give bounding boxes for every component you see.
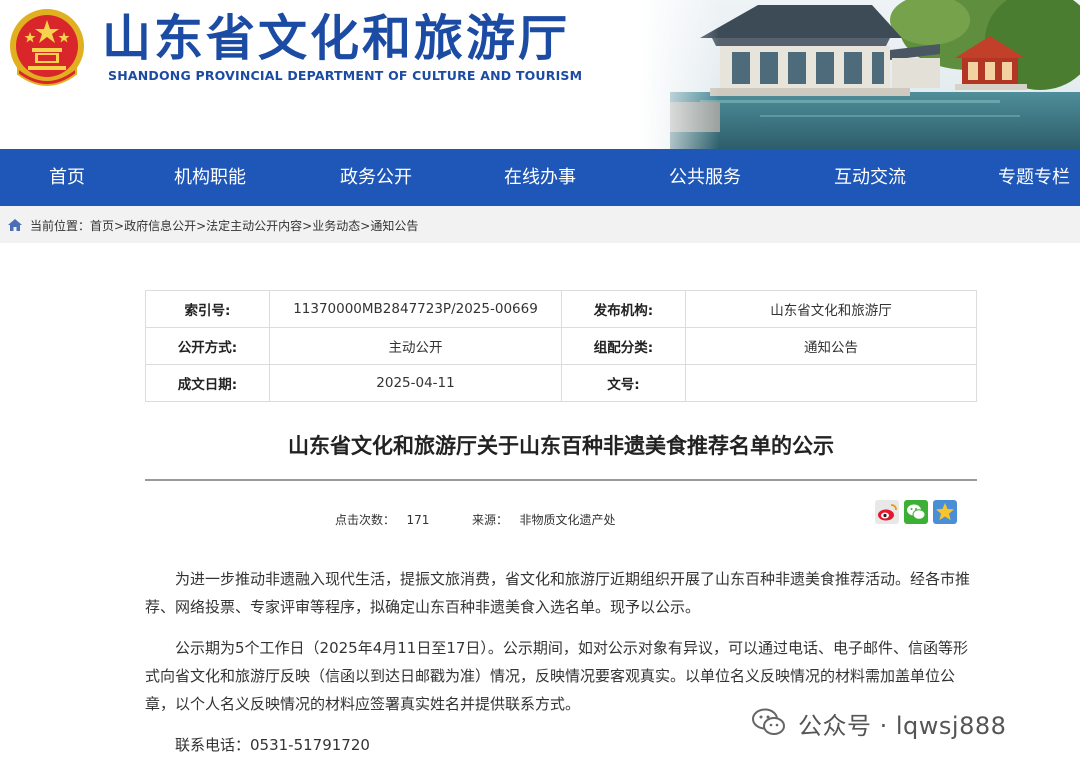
table-row: 索引号: 11370000MB2847723P/2025-00669 发布机构:…	[145, 290, 977, 328]
breadcrumb-item-business[interactable]: 业务动态	[312, 219, 360, 233]
source: 来源： 非物质文化遗产处	[472, 511, 615, 528]
site-subtitle: SHANDONG PROVINCIAL DEPARTMENT OF CULTUR…	[108, 68, 583, 83]
breadcrumb-item-statutory[interactable]: 法定主动公开内容	[206, 219, 302, 233]
publisher-value: 山东省文化和旅游厅	[685, 290, 977, 328]
document-number-label: 文号:	[561, 364, 686, 402]
breadcrumb-links: 首页>政府信息公开>法定主动公开内容>业务动态>通知公告	[90, 217, 418, 234]
date-label: 成文日期:	[145, 364, 270, 402]
publisher-label: 发布机构:	[561, 290, 686, 328]
click-count: 点击次数： 171	[335, 511, 429, 528]
nav-home[interactable]: 首页	[49, 149, 85, 206]
category-value: 通知公告	[685, 327, 977, 365]
source-value: 非物质文化遗产处	[519, 513, 616, 527]
disclosure-mode-label: 公开方式:	[145, 327, 270, 365]
title-divider	[145, 479, 977, 481]
site-header: 山东省文化和旅游厅 SHANDONG PROVINCIAL DEPARTMENT…	[0, 0, 1080, 149]
nav-government-affairs[interactable]: 政务公开	[340, 149, 412, 206]
source-label: 来源：	[472, 513, 509, 527]
header-scenery-image	[640, 0, 1080, 149]
date-value: 2025-04-11	[269, 364, 562, 402]
breadcrumb-separator: >	[302, 219, 313, 233]
site-title: 山东省文化和旅游厅	[102, 10, 571, 67]
nav-online-services[interactable]: 在线办事	[504, 149, 576, 206]
index-number-label: 索引号:	[145, 290, 270, 328]
breadcrumb-item-gov-info[interactable]: 政府信息公开	[124, 219, 196, 233]
nav-functions[interactable]: 机构职能	[174, 149, 246, 206]
breadcrumb: 当前位置： 首页>政府信息公开>法定主动公开内容>业务动态>通知公告	[0, 206, 1080, 243]
national-emblem-icon	[10, 9, 84, 86]
nav-public-services[interactable]: 公共服务	[669, 149, 741, 206]
wechat-watermark-icon	[752, 708, 785, 735]
breadcrumb-label: 当前位置：	[30, 219, 91, 233]
breadcrumb-item-notices[interactable]: 通知公告	[370, 219, 418, 233]
document-number-value	[685, 364, 977, 402]
index-number-value: 11370000MB2847723P/2025-00669	[269, 290, 562, 328]
favorite-star-icon[interactable]	[933, 500, 957, 524]
click-count-value: 171	[406, 513, 430, 527]
document-metadata-table: 索引号: 11370000MB2847723P/2025-00669 发布机构:…	[145, 290, 977, 402]
disclosure-mode-value: 主动公开	[269, 327, 562, 365]
wechat-icon[interactable]	[904, 500, 928, 524]
nav-interaction[interactable]: 互动交流	[834, 149, 906, 206]
weibo-icon[interactable]	[875, 500, 899, 524]
table-row: 成文日期: 2025-04-11 文号:	[145, 364, 977, 402]
nav-special-topics[interactable]: 专题专栏	[998, 149, 1070, 206]
watermark-text: 公众号 · lqwsj888	[798, 712, 1007, 740]
click-count-label: 点击次数：	[335, 513, 396, 527]
main-nav: 首页 机构职能 政务公开 在线办事 公共服务 互动交流 专题专栏	[0, 149, 1080, 206]
home-icon	[8, 219, 22, 231]
contact-phone: 联系电话：0531-51791720	[175, 736, 370, 754]
breadcrumb-item-home[interactable]: 首页	[90, 219, 114, 233]
article-title: 山东省文化和旅游厅关于山东百种非遗美食推荐名单的公示	[288, 434, 834, 458]
table-row: 公开方式: 主动公开 组配分类: 通知公告	[145, 327, 977, 365]
breadcrumb-separator: >	[114, 219, 125, 233]
breadcrumb-separator: >	[196, 219, 207, 233]
breadcrumb-separator: >	[360, 219, 371, 233]
category-label: 组配分类:	[561, 327, 686, 365]
article-paragraph-1: 为进一步推动非遗融入现代生活，提振文旅消费，省文化和旅游厅近期组织开展了山东百种…	[145, 570, 971, 616]
